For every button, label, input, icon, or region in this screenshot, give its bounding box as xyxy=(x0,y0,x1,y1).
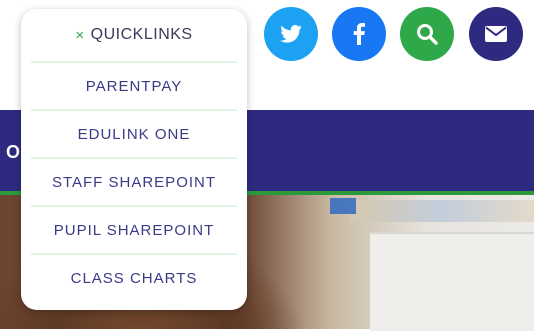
search-button[interactable] xyxy=(400,7,454,61)
envelope-icon xyxy=(485,26,507,42)
quicklinks-dropdown: × QUICKLINKS PARENTPAY EDULINK ONE STAFF… xyxy=(21,9,247,310)
quicklinks-header[interactable]: × QUICKLINKS xyxy=(31,9,237,61)
quicklink-pupil-sharepoint[interactable]: PUPIL SHAREPOINT xyxy=(31,205,237,253)
facebook-button[interactable] xyxy=(332,7,386,61)
hero-background-stripe xyxy=(330,198,356,214)
twitter-button[interactable] xyxy=(264,7,318,61)
quicklink-edulink-one[interactable]: EDULINK ONE xyxy=(31,109,237,157)
quicklink-class-charts[interactable]: CLASS CHARTS xyxy=(31,253,237,301)
quicklinks-title: QUICKLINKS xyxy=(90,26,193,43)
facebook-icon xyxy=(353,23,365,45)
twitter-icon xyxy=(280,25,302,43)
quicklink-staff-sharepoint[interactable]: STAFF SHAREPOINT xyxy=(31,157,237,205)
search-icon xyxy=(417,24,438,45)
close-icon[interactable]: × xyxy=(75,27,84,44)
hero-background-panel xyxy=(370,232,534,331)
hero-background-shelf xyxy=(350,200,534,222)
quicklink-parentpay[interactable]: PARENTPAY xyxy=(31,61,237,109)
email-button[interactable] xyxy=(469,7,523,61)
